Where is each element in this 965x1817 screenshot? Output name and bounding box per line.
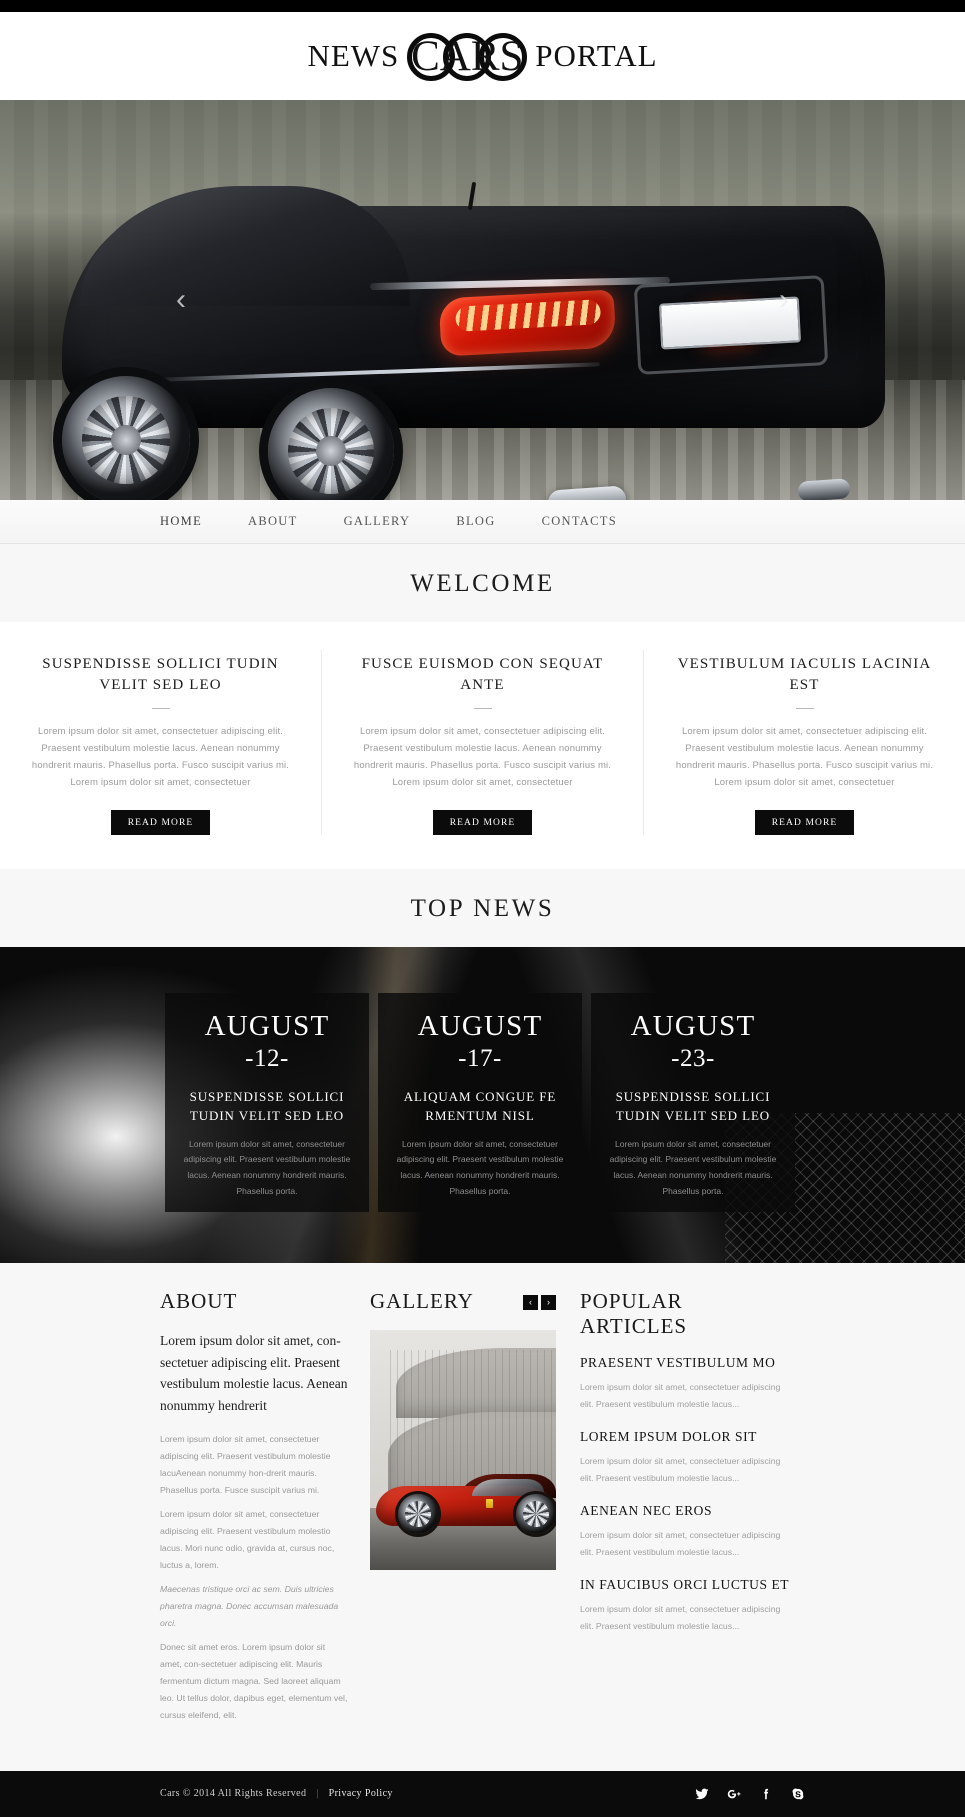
facebook-icon[interactable] <box>758 1786 773 1801</box>
welcome-column-heading: FUSCE EUISMOD CON SEQUAT ANTE <box>361 656 604 694</box>
about-paragraph: Donec sit amet eros. Lorem ipsum dolor s… <box>160 1641 348 1720</box>
news-card-month: AUGUST <box>204 1009 330 1042</box>
topnews-title: TOP NEWS <box>410 894 555 922</box>
popular-article-heading: LOREM IPSUM DOLOR SIT <box>580 1428 757 1444</box>
news-card-month: AUGUST <box>630 1009 756 1042</box>
welcome-column-text: Lorem ipsum dolor sit amet, consectetuer… <box>31 725 290 789</box>
news-card-text: Lorem ipsum dolor sit amet, consectetuer… <box>396 1138 564 1196</box>
nav-item-contacts[interactable]: CONTACTS <box>542 514 617 529</box>
welcome-column: SUSPENDISSE SOLLICI TUDIN VELIT SED LEO … <box>0 650 322 835</box>
footer-copyright: Cars © 2014 All Rights Reserved <box>160 1788 307 1800</box>
hero-next-icon[interactable]: › <box>771 280 797 320</box>
news-card-day: -23- <box>671 1044 715 1072</box>
divider-dash <box>795 707 814 709</box>
popular-articles-title: POPULAR ARTICLES <box>580 1288 688 1338</box>
nav-item-about[interactable]: ABOUT <box>248 514 298 529</box>
about-paragraph: Maecenas tristique orci ac sem. Duis ult… <box>160 1583 339 1628</box>
read-more-button[interactable]: READ MORE <box>754 809 855 835</box>
footer-social-links <box>694 1786 805 1801</box>
nav-item-gallery[interactable]: GALLERY <box>344 514 411 529</box>
hero-car-image <box>40 181 895 500</box>
news-card-text: Lorem ipsum dolor sit amet, consectetuer… <box>609 1138 777 1196</box>
skype-icon[interactable] <box>790 1786 805 1801</box>
gallery-image[interactable] <box>370 1329 556 1570</box>
welcome-column-heading: SUSPENDISSE SOLLICI TUDIN VELIT SED LEO <box>42 656 279 694</box>
site-logo[interactable]: NEWS CARS PORTAL <box>307 27 657 85</box>
popular-article-item[interactable]: PRAESENT VESTIBULUM MO Lorem ipsum dolor… <box>580 1355 792 1413</box>
read-more-button[interactable]: READ MORE <box>110 809 211 835</box>
twitter-icon[interactable] <box>694 1786 709 1801</box>
news-card-heading: SUSPENDISSE SOLLICI TUDIN VELIT SED LEO <box>615 1088 771 1124</box>
welcome-title: WELCOME <box>410 570 555 597</box>
news-card-heading: ALIQUAM CONGUE FE RMENTUM NISL <box>403 1088 557 1124</box>
about-body-text: Lorem ipsum dolor sit amet, consectetuer… <box>160 1431 348 1724</box>
about-column: ABOUT Lorem ipsum dolor sit amet, con-se… <box>160 1289 370 1731</box>
news-card[interactable]: AUGUST -12- SUSPENDISSE SOLLICI TUDIN VE… <box>165 992 369 1212</box>
welcome-column: VESTIBULUM IACULIS LACINIA EST Lorem ips… <box>644 650 965 835</box>
gallery-title: GALLERY <box>370 1288 474 1313</box>
bottom-columns: ABOUT Lorem ipsum dolor sit amet, con-se… <box>0 1262 965 1771</box>
divider-dash <box>473 707 492 709</box>
privacy-policy-link[interactable]: Privacy Policy <box>329 1788 393 1799</box>
gallery-column: GALLERY ‹ › <box>370 1289 580 1731</box>
popular-articles-column: POPULAR ARTICLES PRAESENT VESTIBULUM MO … <box>580 1289 792 1731</box>
site-header: NEWS CARS PORTAL <box>0 12 965 100</box>
welcome-column-heading: VESTIBULUM IACULIS LACINIA EST <box>677 656 932 694</box>
main-navigation[interactable]: HOME ABOUT GALLERY BLOG CONTACTS <box>0 500 965 544</box>
news-card-text: Lorem ipsum dolor sit amet, consectetuer… <box>183 1138 351 1196</box>
gallery-header: GALLERY ‹ › <box>370 1289 556 1330</box>
news-card[interactable]: AUGUST -17- ALIQUAM CONGUE FE RMENTUM NI… <box>378 992 582 1212</box>
about-paragraph: Lorem ipsum dolor sit amet, consectetuer… <box>160 1509 335 1570</box>
welcome-title-band: WELCOME <box>0 544 965 622</box>
hero-slider[interactable]: ‹ › <box>0 100 965 500</box>
welcome-column-text: Lorem ipsum dolor sit amet, consectetuer… <box>675 725 934 789</box>
popular-article-text: Lorem ipsum dolor sit amet, consectetuer… <box>580 1603 781 1631</box>
hero-prev-icon[interactable]: ‹ <box>168 280 194 320</box>
popular-article-item[interactable]: AENEAN NEC EROS Lorem ipsum dolor sit am… <box>580 1503 792 1561</box>
read-more-button[interactable]: READ MORE <box>432 809 533 835</box>
news-card-day: -17- <box>458 1044 502 1072</box>
popular-article-text: Lorem ipsum dolor sit amet, consectetuer… <box>580 1529 781 1557</box>
welcome-columns: SUSPENDISSE SOLLICI TUDIN VELIT SED LEO … <box>0 622 965 869</box>
divider-dash <box>151 707 170 709</box>
site-footer: Cars © 2014 All Rights Reserved | Privac… <box>0 1770 965 1817</box>
topnews-section: AUGUST -12- SUSPENDISSE SOLLICI TUDIN VE… <box>0 946 965 1263</box>
google-plus-icon[interactable] <box>726 1786 741 1801</box>
popular-article-text: Lorem ipsum dolor sit amet, consectetuer… <box>580 1455 781 1483</box>
popular-article-heading: AENEAN NEC EROS <box>580 1502 712 1518</box>
gallery-prev-icon[interactable]: ‹ <box>523 1294 538 1310</box>
popular-article-heading: PRAESENT VESTIBULUM MO <box>580 1354 776 1370</box>
news-card[interactable]: AUGUST -23- SUSPENDISSE SOLLICI TUDIN VE… <box>591 992 795 1212</box>
logo-text-right: PORTAL <box>535 38 658 73</box>
footer-separator: | <box>316 1788 319 1800</box>
logo-text-left: NEWS <box>307 38 400 73</box>
nav-item-home[interactable]: HOME <box>160 514 202 529</box>
nav-item-blog[interactable]: BLOG <box>456 514 495 529</box>
about-lead-text: Lorem ipsum dolor sit amet, con-sectetue… <box>160 1332 348 1414</box>
about-title: ABOUT <box>160 1288 238 1313</box>
logo-center-group: CARS <box>405 27 529 85</box>
welcome-column-text: Lorem ipsum dolor sit amet, consectetuer… <box>353 725 612 789</box>
topnews-card-list: AUGUST -12- SUSPENDISSE SOLLICI TUDIN VE… <box>165 992 795 1212</box>
footer-copyright-group: Cars © 2014 All Rights Reserved | Privac… <box>160 1788 393 1799</box>
popular-article-item[interactable]: IN FAUCIBUS ORCI LUCTUS ET Lorem ipsum d… <box>580 1577 792 1635</box>
news-card-month: AUGUST <box>417 1009 543 1042</box>
news-card-day: -12- <box>245 1044 289 1072</box>
topnews-title-band: TOP NEWS <box>0 868 965 947</box>
gallery-next-icon[interactable]: › <box>541 1294 556 1310</box>
about-paragraph: Lorem ipsum dolor sit amet, consectetuer… <box>160 1434 331 1496</box>
popular-article-text: Lorem ipsum dolor sit amet, consectetuer… <box>580 1381 781 1409</box>
news-card-heading: SUSPENDISSE SOLLICI TUDIN VELIT SED LEO <box>189 1088 345 1124</box>
top-accent-bar <box>0 0 965 12</box>
popular-article-item[interactable]: LOREM IPSUM DOLOR SIT Lorem ipsum dolor … <box>580 1429 792 1487</box>
popular-article-heading: IN FAUCIBUS ORCI LUCTUS ET <box>580 1576 790 1592</box>
gallery-arrows[interactable]: ‹ › <box>523 1294 556 1310</box>
welcome-column: FUSCE EUISMOD CON SEQUAT ANTE Lorem ipsu… <box>322 650 644 835</box>
logo-text-center: CARS <box>411 32 524 80</box>
